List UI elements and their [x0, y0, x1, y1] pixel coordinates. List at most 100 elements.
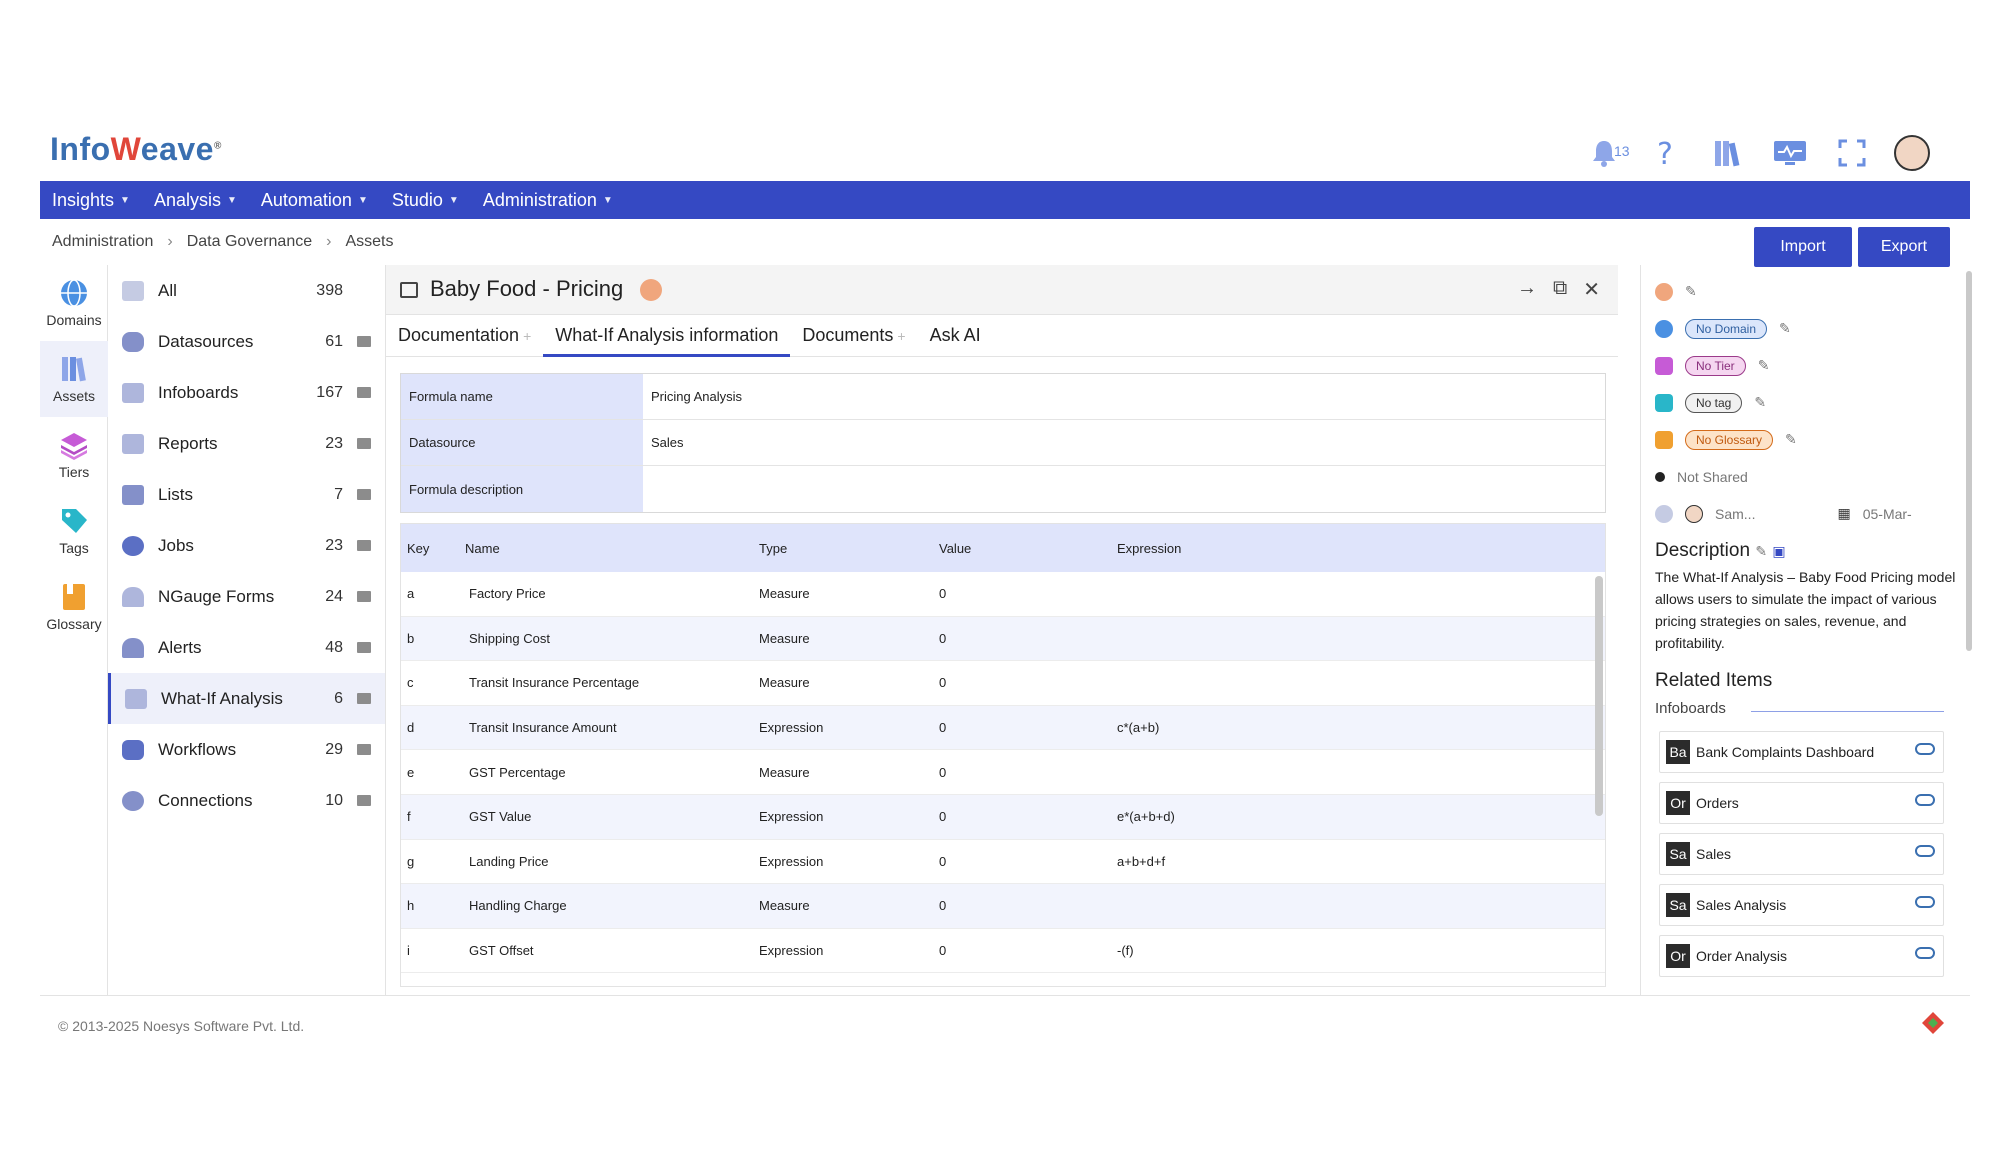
rail-assets-label: Assets	[52, 388, 95, 404]
table-row[interactable]: f GST Value Expression 0 e*(a+b+d)	[401, 794, 1605, 840]
folder-icon[interactable]	[357, 387, 371, 398]
external-link-icon[interactable]: ⧉	[1553, 277, 1567, 302]
breadcrumb-data-governance[interactable]: Data Governance	[187, 233, 312, 251]
infoweave-logo[interactable]: InfoWeave®	[50, 131, 222, 168]
col-type-header[interactable]: Type	[759, 541, 939, 556]
asset-item-reports[interactable]: Reports 23	[108, 418, 385, 469]
panel-scrollbar[interactable]	[1966, 271, 1972, 651]
col-name-header[interactable]: Name	[461, 541, 759, 556]
asset-item-what-if-analysis[interactable]: What-If Analysis 6	[108, 673, 385, 724]
share-status[interactable]: Not Shared	[1677, 469, 1748, 485]
link-icon[interactable]	[1915, 947, 1935, 959]
asset-item-workflows[interactable]: Workflows 29	[108, 724, 385, 775]
page-title: Baby Food - Pricing	[430, 276, 624, 301]
domain-pill[interactable]: No Domain	[1685, 318, 1768, 339]
folder-icon[interactable]	[357, 744, 371, 755]
add-user-icon[interactable]	[1655, 504, 1673, 523]
folder-icon[interactable]	[357, 540, 371, 551]
nav-studio[interactable]: Studio ▼	[392, 190, 459, 211]
table-row[interactable]: h Handling Charge Measure 0	[401, 884, 1605, 929]
table-row[interactable]: c Transit Insurance Percentage Measure 0	[401, 661, 1605, 706]
info-key: Formula description	[401, 466, 643, 512]
edit-pencil-icon[interactable]: ✎	[1785, 431, 1797, 448]
related-item[interactable]: Sa Sales	[1659, 833, 1944, 875]
link-icon[interactable]	[1915, 743, 1935, 755]
folder-icon[interactable]	[357, 336, 371, 347]
col-expression-header[interactable]: Expression	[1117, 541, 1605, 556]
cell-expression: c*(a+b)	[1117, 720, 1160, 736]
folder-icon[interactable]	[357, 795, 371, 806]
folder-icon[interactable]	[357, 693, 371, 704]
table-row[interactable]: i GST Offset Expression 0 -(f)	[401, 929, 1605, 974]
related-item[interactable]: Sa Sales Analysis	[1659, 884, 1944, 926]
cell-key: h	[407, 898, 415, 914]
plus-icon[interactable]: +	[897, 328, 905, 344]
glossary-pill[interactable]: No Glossary	[1685, 429, 1774, 450]
asset-count: 29	[325, 740, 343, 758]
asset-item-infoboards[interactable]: Infoboards 167	[108, 367, 385, 418]
link-icon[interactable]	[1915, 845, 1935, 857]
asset-item-all[interactable]: All 398	[108, 265, 385, 316]
tag-pill[interactable]: No tag	[1685, 392, 1743, 413]
asset-item-jobs[interactable]: Jobs 23	[108, 520, 385, 571]
asset-item-ngauge-forms[interactable]: NGauge Forms 24	[108, 571, 385, 622]
asset-label: Connections	[158, 790, 253, 810]
tab-ask-ai[interactable]: Ask AI	[918, 315, 993, 357]
import-button[interactable]: Import	[1754, 227, 1852, 267]
rail-domains[interactable]: Domains	[40, 265, 108, 341]
asset-item-connections[interactable]: Connections 10	[108, 775, 385, 826]
library-icon[interactable]	[1708, 133, 1748, 173]
table-row[interactable]: e GST Percentage Measure 0	[401, 750, 1605, 795]
user-avatar[interactable]	[1894, 135, 1930, 171]
folder-icon[interactable]	[357, 489, 371, 500]
folder-icon[interactable]	[357, 642, 371, 653]
plus-icon[interactable]: +	[523, 328, 531, 344]
export-button[interactable]: Export	[1858, 227, 1950, 267]
ai-icon[interactable]: ▣	[1772, 543, 1785, 559]
tab-what-if-info[interactable]: What-If Analysis information	[543, 315, 791, 357]
database-stack-icon	[122, 280, 144, 301]
close-icon[interactable]: ✕	[1583, 277, 1600, 302]
fullscreen-icon[interactable]	[1832, 133, 1872, 173]
tab-documentation[interactable]: Documentation +	[386, 315, 543, 357]
asset-item-alerts[interactable]: Alerts 48	[108, 622, 385, 673]
tier-pill[interactable]: No Tier	[1685, 355, 1746, 376]
table-row[interactable]: b Shipping Cost Measure 0	[401, 616, 1605, 662]
help-icon[interactable]: ?	[1646, 133, 1686, 173]
folder-icon[interactable]	[357, 591, 371, 602]
notifications-bell-icon[interactable]: 13	[1584, 133, 1630, 173]
related-item[interactable]: Or Orders	[1659, 782, 1944, 824]
asset-item-datasources[interactable]: Datasources 61	[108, 316, 385, 367]
rail-tags[interactable]: Tags	[40, 493, 108, 569]
related-item[interactable]: Ba Bank Complaints Dashboard	[1659, 731, 1944, 773]
chevron-down-icon: ▼	[448, 194, 459, 206]
monitor-icon[interactable]	[1770, 133, 1810, 173]
table-row[interactable]: d Transit Insurance Amount Expression 0 …	[401, 705, 1605, 751]
nav-automation[interactable]: Automation ▼	[261, 190, 368, 211]
breadcrumb-administration[interactable]: Administration	[52, 233, 153, 251]
table-row[interactable]: a Factory Price Measure 0	[401, 572, 1605, 617]
link-icon[interactable]	[1915, 896, 1935, 908]
rail-glossary[interactable]: Glossary	[40, 569, 108, 645]
rail-assets[interactable]: Assets	[40, 341, 108, 417]
link-icon[interactable]	[1915, 794, 1935, 806]
folder-icon[interactable]	[357, 438, 371, 449]
edit-pencil-icon[interactable]: ✎	[1779, 320, 1791, 337]
nav-analysis[interactable]: Analysis ▼	[154, 190, 237, 211]
related-item[interactable]: Or Order Analysis	[1659, 935, 1944, 977]
item-badge: Ba	[1666, 740, 1690, 764]
arrow-right-icon[interactable]: →	[1517, 277, 1537, 302]
edit-pencil-icon[interactable]: ✎	[1755, 543, 1767, 559]
table-row[interactable]: g Landing Price Expression 0 a+b+d+f	[401, 840, 1605, 885]
nav-administration[interactable]: Administration ▼	[483, 190, 613, 211]
nav-insights[interactable]: Insights ▼	[52, 190, 130, 211]
rail-tiers[interactable]: Tiers	[40, 417, 108, 493]
edit-pencil-icon[interactable]: ✎	[1758, 357, 1770, 374]
tab-documents[interactable]: Documents +	[790, 315, 917, 357]
edit-pencil-icon[interactable]: ✎	[1754, 394, 1766, 411]
asset-item-lists[interactable]: Lists 7	[108, 469, 385, 520]
edit-pencil-icon[interactable]: ✎	[1685, 283, 1697, 300]
col-value-header[interactable]: Value	[939, 541, 1117, 556]
table-scrollbar[interactable]	[1595, 576, 1603, 816]
col-key-header[interactable]: Key	[401, 541, 461, 556]
